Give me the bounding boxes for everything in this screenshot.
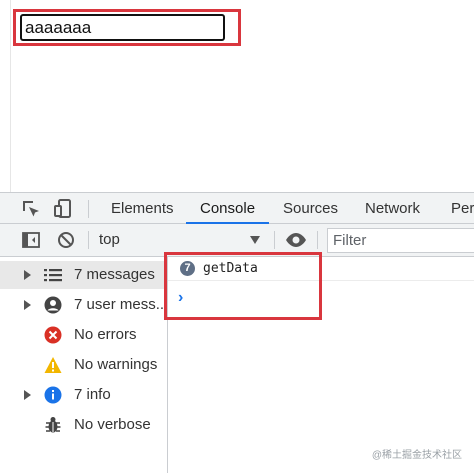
sidebar-item-messages[interactable]: 7 messages <box>0 261 167 289</box>
expand-arrow-icon[interactable] <box>24 390 31 400</box>
devtools-panel: Elements Console Sources Network Perf to… <box>0 192 474 473</box>
expand-arrow-icon[interactable] <box>24 270 31 280</box>
toolbar-separator <box>88 231 89 249</box>
sidebar-item-label: 7 user mess... <box>74 296 169 313</box>
context-selector[interactable]: top <box>99 224 120 256</box>
sidebar-item-warnings[interactable]: No warnings <box>0 351 167 379</box>
clear-console-icon[interactable] <box>55 229 77 251</box>
sidebar-item-label: 7 messages <box>74 266 155 283</box>
tab-elements[interactable]: Elements <box>111 193 174 224</box>
page-viewport <box>0 0 474 192</box>
expand-arrow-icon[interactable] <box>24 300 31 310</box>
toolbar-separator <box>317 231 318 249</box>
watermark: @稀土掘金技术社区 <box>371 450 462 461</box>
sidebar-item-label: 7 info <box>74 386 111 403</box>
sidebar-item-errors[interactable]: No errors <box>0 321 167 349</box>
user-icon <box>44 296 62 314</box>
devtools-tabbar: Elements Console Sources Network Perf <box>0 192 474 224</box>
sidebar-item-info[interactable]: 7 info <box>0 381 167 409</box>
sidebar-item-user-messages[interactable]: 7 user mess... <box>0 291 169 319</box>
warning-icon <box>44 357 62 373</box>
tab-sources[interactable]: Sources <box>283 193 338 224</box>
tab-network[interactable]: Network <box>365 193 420 224</box>
tab-performance[interactable]: Perf <box>451 193 474 224</box>
toolbar-separator <box>274 231 275 249</box>
device-toolbar-icon[interactable] <box>53 198 75 220</box>
text-input[interactable] <box>20 14 225 41</box>
tabbar-separator <box>88 200 89 218</box>
filter-input[interactable] <box>327 228 474 253</box>
eye-icon[interactable] <box>285 229 307 251</box>
inspect-element-icon[interactable] <box>20 198 42 220</box>
sidebar-toggle-icon[interactable] <box>20 229 42 251</box>
bug-icon <box>45 417 61 433</box>
sidebar-item-verbose[interactable]: No verbose <box>0 411 167 439</box>
sidebar-item-label: No errors <box>74 326 137 343</box>
console-sidebar: 7 messages 7 user mess... No errors No w <box>0 257 168 473</box>
sidebar-item-label: No verbose <box>74 416 151 433</box>
highlight-frame-console <box>164 252 322 320</box>
page-edge <box>10 0 11 192</box>
info-icon <box>44 386 62 404</box>
list-icon <box>44 269 62 282</box>
tab-console[interactable]: Console <box>200 193 255 224</box>
sidebar-item-label: No warnings <box>74 356 158 373</box>
error-icon <box>44 326 62 344</box>
chevron-down-icon[interactable] <box>250 236 260 244</box>
